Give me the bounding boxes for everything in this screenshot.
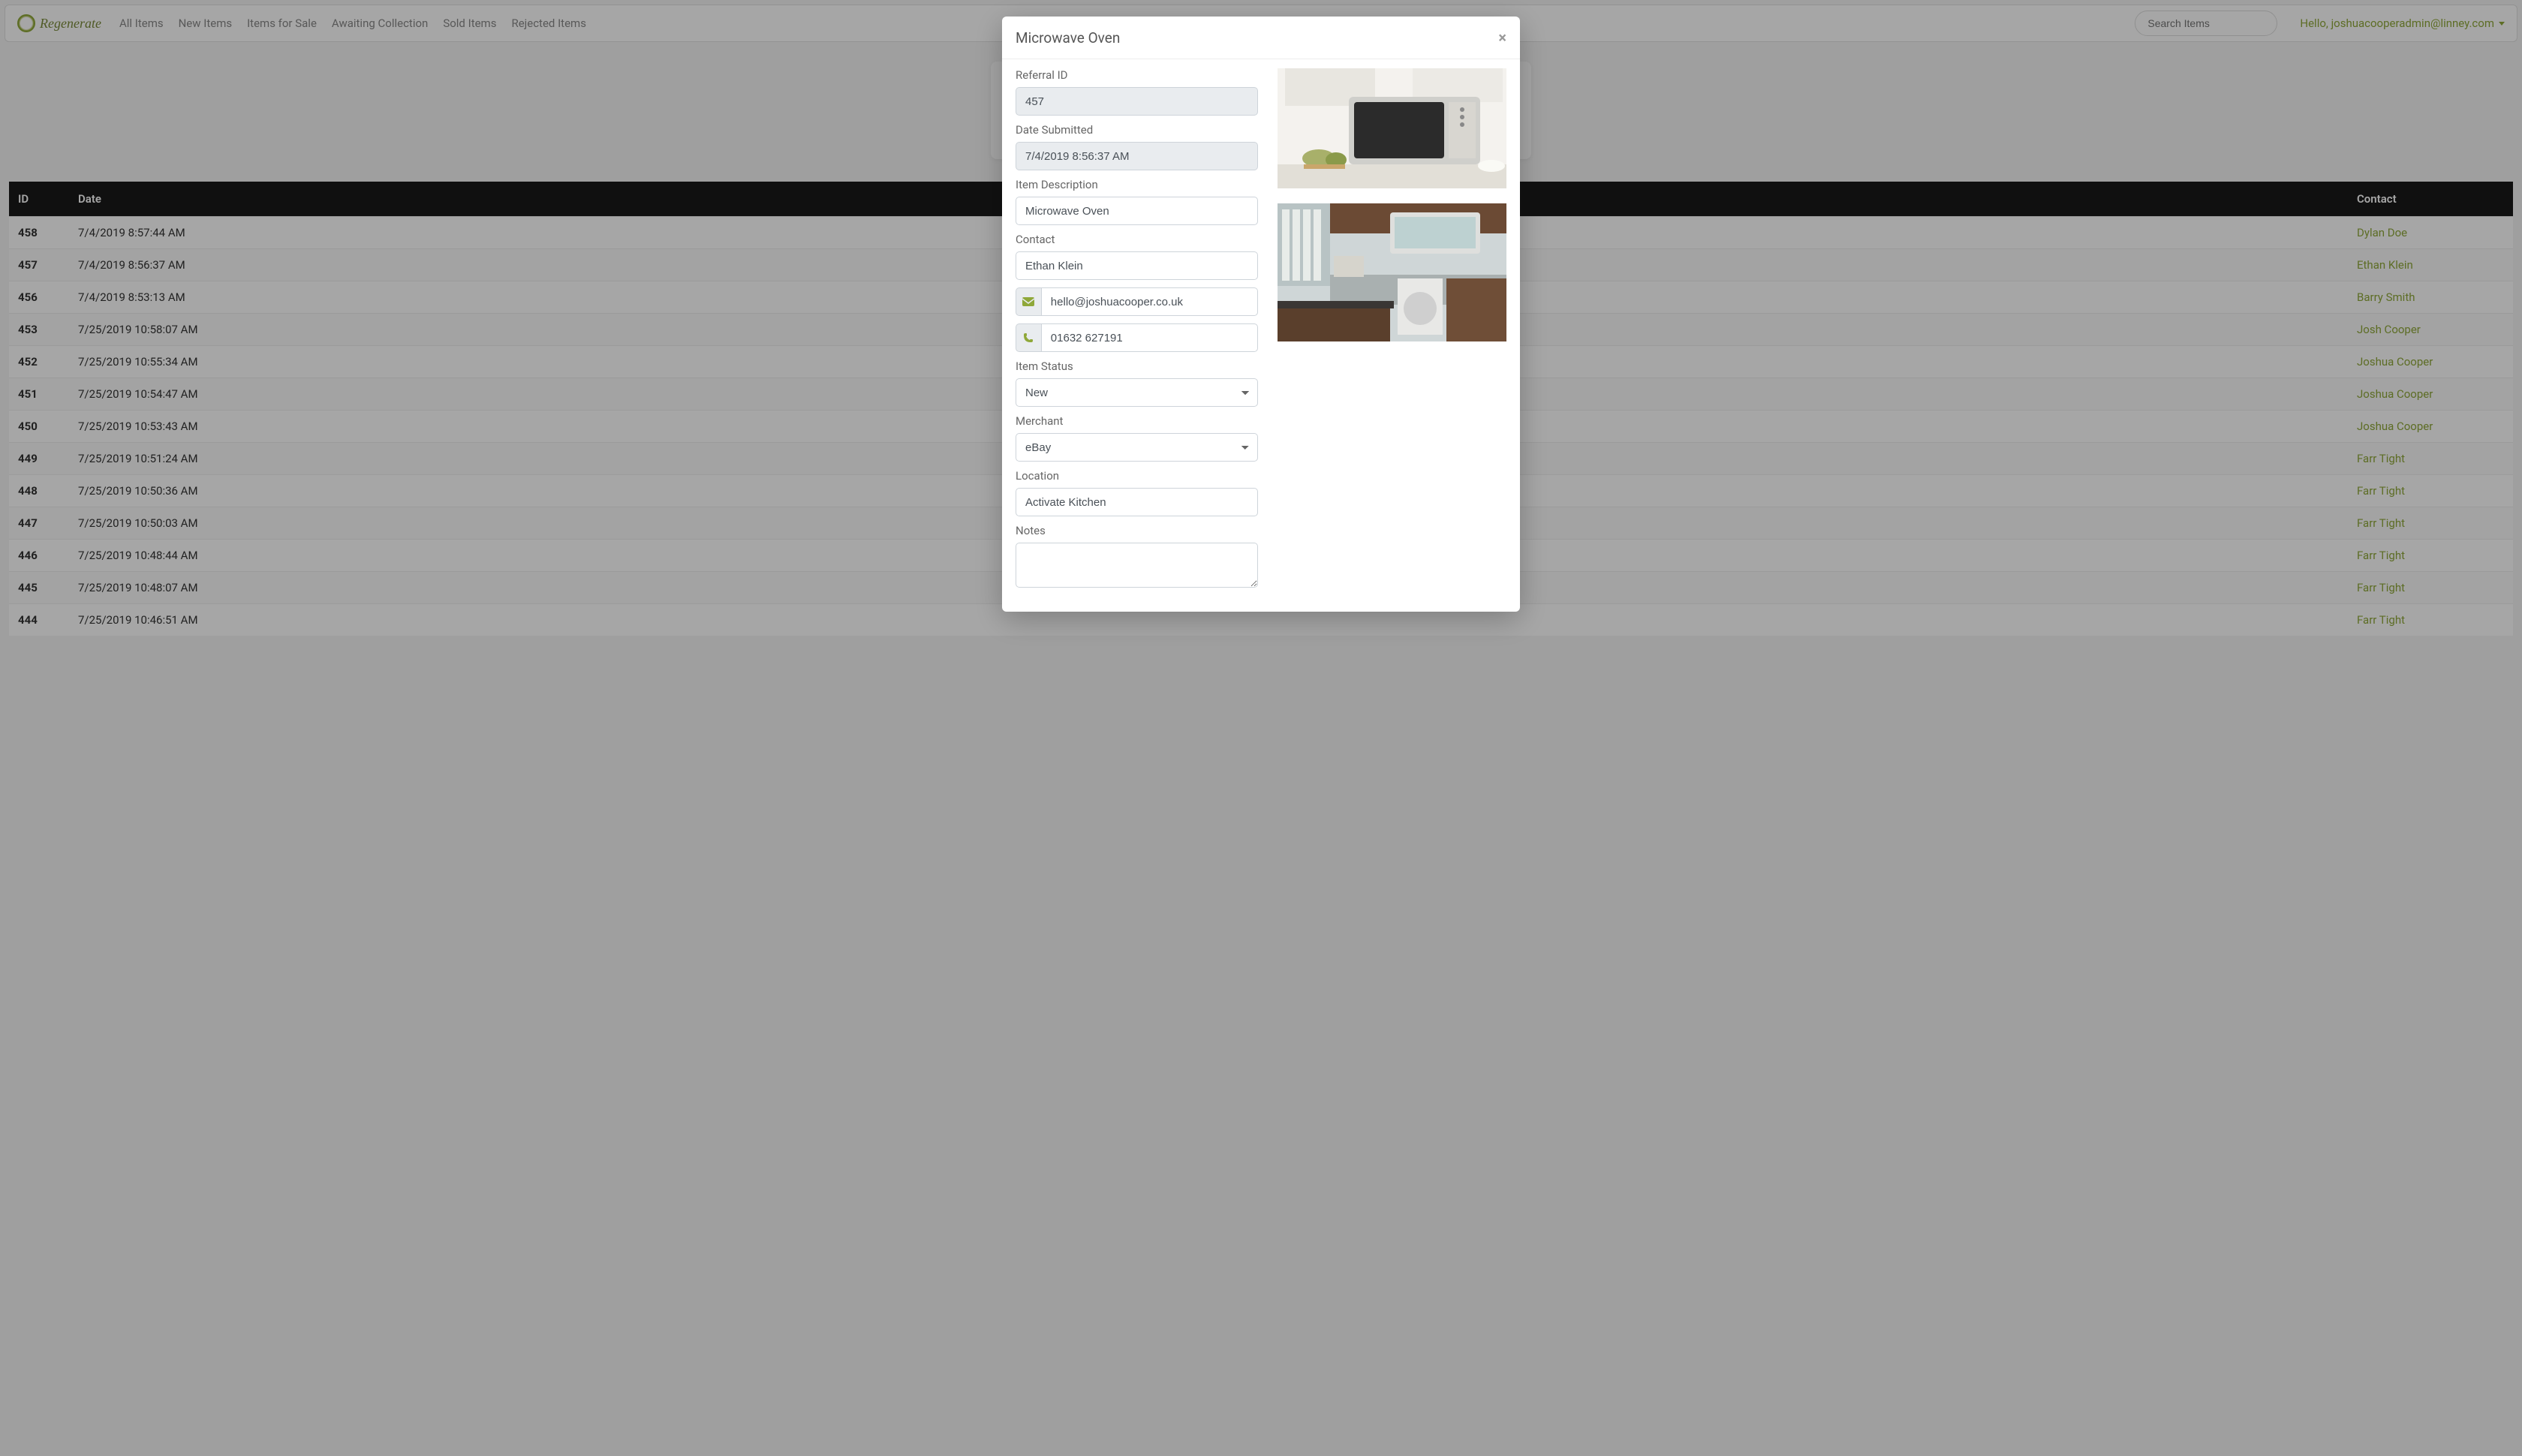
item-status-select[interactable]: New <box>1016 378 1258 407</box>
item-image-1[interactable] <box>1278 68 1506 188</box>
notes-field[interactable] <box>1016 543 1258 588</box>
phone-field[interactable] <box>1041 323 1258 352</box>
image-column <box>1278 68 1506 598</box>
email-input-group <box>1016 287 1258 316</box>
contact-field[interactable] <box>1016 251 1258 280</box>
location-field[interactable] <box>1016 488 1258 516</box>
phone-icon <box>1016 323 1041 352</box>
label-location: Location <box>1016 469 1258 483</box>
label-item-description: Item Description <box>1016 178 1258 191</box>
item-description-field[interactable] <box>1016 197 1258 225</box>
email-icon <box>1016 287 1041 316</box>
phone-input-group <box>1016 323 1258 352</box>
label-merchant: Merchant <box>1016 414 1258 428</box>
close-icon[interactable]: × <box>1498 29 1506 47</box>
modal-body: Referral ID Date Submitted Item Descript… <box>1002 59 1520 612</box>
modal-overlay[interactable]: Microwave Oven × Referral ID Date Submit… <box>0 0 2522 1456</box>
item-image-2[interactable] <box>1278 203 1506 341</box>
modal-title: Microwave Oven <box>1016 29 1120 47</box>
label-contact: Contact <box>1016 233 1258 246</box>
label-date-submitted: Date Submitted <box>1016 123 1258 137</box>
label-referral-id: Referral ID <box>1016 68 1258 82</box>
referral-id-field[interactable] <box>1016 87 1258 116</box>
label-item-status: Item Status <box>1016 359 1258 373</box>
modal-header: Microwave Oven × <box>1002 17 1520 59</box>
item-detail-modal: Microwave Oven × Referral ID Date Submit… <box>1002 17 1520 612</box>
email-field[interactable] <box>1041 287 1258 316</box>
form-column: Referral ID Date Submitted Item Descript… <box>1016 68 1258 598</box>
date-submitted-field[interactable] <box>1016 142 1258 170</box>
merchant-select[interactable]: eBay <box>1016 433 1258 462</box>
label-notes: Notes <box>1016 524 1258 537</box>
